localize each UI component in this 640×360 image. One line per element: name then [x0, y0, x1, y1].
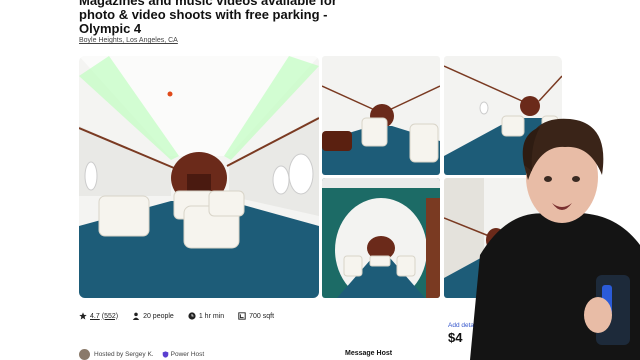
- hosted-by-label: Hosted by Sergey K.: [94, 351, 154, 358]
- listing-stats-row: 4.7 (552) 20 people 1 hr min 700 sqft: [79, 312, 288, 320]
- size-stat: 700 sqft: [238, 312, 274, 320]
- price-value: $4: [448, 330, 463, 345]
- min-time-stat: 1 hr min: [188, 312, 224, 320]
- shield-icon: [162, 351, 168, 358]
- person-icon: [132, 312, 140, 320]
- power-host-badge: Power Host: [162, 351, 205, 358]
- gallery-photo-2[interactable]: [322, 56, 440, 175]
- clock-icon: [188, 312, 196, 320]
- rating-value: 4.7: [90, 312, 100, 320]
- min-time-value: 1 hr min: [198, 312, 225, 320]
- review-count: (552): [101, 312, 119, 320]
- gallery-photo-4[interactable]: [322, 178, 440, 298]
- capacity-value: 20 people: [143, 312, 174, 320]
- power-host-label: Power Host: [170, 351, 205, 358]
- star-icon: [79, 312, 87, 320]
- size-value: 700 sqft: [249, 312, 275, 320]
- message-host-button[interactable]: Message Host: [345, 350, 392, 357]
- presenter-video-overlay: [470, 105, 640, 360]
- rating-stat[interactable]: 4.7 (552): [79, 312, 118, 320]
- capacity-stat: 20 people: [132, 312, 174, 320]
- gallery-photo-main[interactable]: [79, 56, 319, 298]
- area-icon: [238, 312, 246, 320]
- listing-title: Magazines and music videos available for…: [79, 0, 337, 36]
- listing-location-link[interactable]: Boyle Heights, Los Angeles, CA: [79, 37, 178, 44]
- host-row: Hosted by Sergey K. Power Host: [79, 349, 204, 360]
- host-avatar[interactable]: [79, 349, 90, 360]
